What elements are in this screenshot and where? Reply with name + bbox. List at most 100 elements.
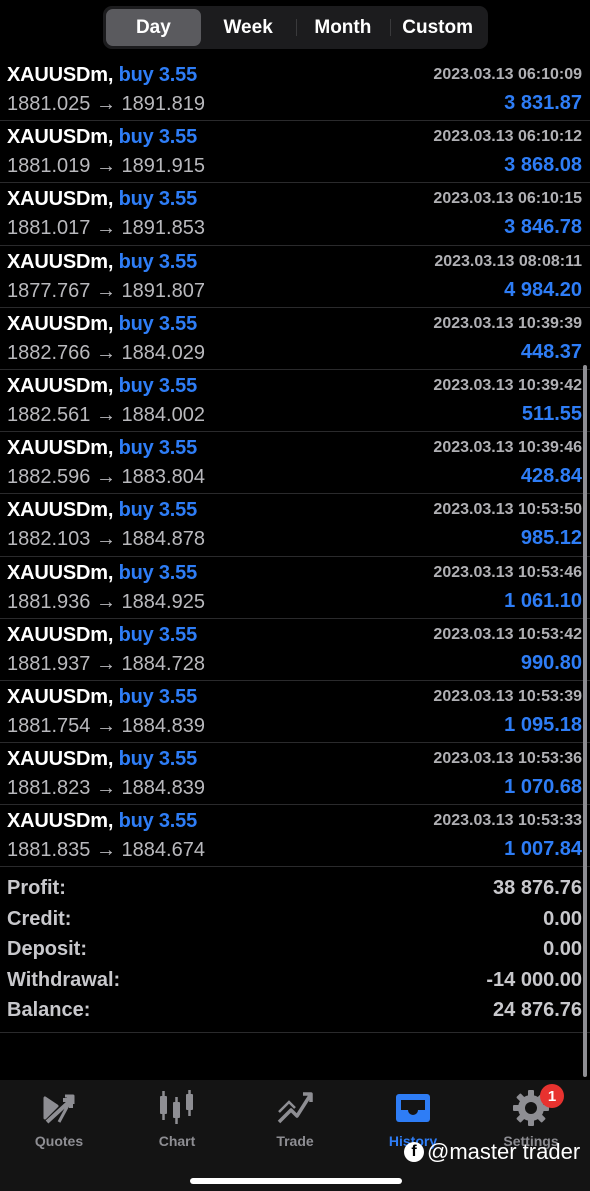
trade-time: 2023.03.13 06:10:09 xyxy=(433,66,582,83)
trade-open-price: 1882.596 xyxy=(7,466,91,489)
trade-time: 2023.03.13 10:39:46 xyxy=(433,439,582,457)
trade-symbol: XAUUSDm, xyxy=(7,561,114,584)
arrow-right-icon: → xyxy=(95,714,116,737)
home-indicator[interactable] xyxy=(190,1178,402,1184)
summary-value: 0.00 xyxy=(543,938,582,961)
arrow-right-icon: → xyxy=(95,93,116,115)
period-segmented-control: Day Week Month Custom xyxy=(103,6,488,49)
trade-row[interactable]: XAUUSDm, buy 3.55 2023.03.13 06:10:15 1881… xyxy=(0,183,590,246)
trade-close-price: 1884.878 xyxy=(121,528,205,551)
trade-close-price: 1884.002 xyxy=(121,403,205,426)
facebook-icon: f xyxy=(404,1142,424,1162)
tab-trade[interactable]: Trade xyxy=(236,1088,354,1149)
trade-row[interactable]: XAUUSDm, buy 3.55 2023.03.13 10:53:50 1882… xyxy=(0,494,590,557)
trade-open-price: 1881.025 xyxy=(7,93,91,115)
arrow-right-icon: → xyxy=(95,652,116,675)
segment-month[interactable]: Month xyxy=(295,9,391,46)
trade-open-price: 1881.017 xyxy=(7,217,91,240)
trade-symbol-line: XAUUSDm, buy 3.55 xyxy=(7,375,197,398)
trade-profit: 4 984.20 xyxy=(504,278,582,301)
trade-time: 2023.03.13 10:53:42 xyxy=(433,625,582,643)
trade-row[interactable]: XAUUSDm, buy 3.55 2023.03.13 06:10:12 1881… xyxy=(0,121,590,184)
trade-symbol-line: XAUUSDm, buy 3.55 xyxy=(7,126,197,149)
trade-profit: 1 070.68 xyxy=(504,776,582,799)
trade-symbol: XAUUSDm, xyxy=(7,188,114,211)
summary-row: Balance: 24 876.76 xyxy=(0,995,590,1026)
trade-prices: 1881.019 → 1891.915 xyxy=(7,155,205,178)
summary-label: Deposit: xyxy=(7,938,87,961)
trade-profit: 985.12 xyxy=(520,527,582,550)
trade-close-price: 1891.853 xyxy=(121,217,205,240)
trade-close-price: 1884.925 xyxy=(121,590,205,613)
trade-prices: 1881.017 → 1891.853 xyxy=(7,217,205,240)
history-icon xyxy=(354,1088,472,1128)
trade-time: 2023.03.13 10:53:33 xyxy=(433,812,582,830)
tab-trade-label: Trade xyxy=(276,1133,314,1149)
summary-label: Withdrawal: xyxy=(7,968,121,991)
quotes-icon xyxy=(0,1088,118,1128)
trade-open-price: 1882.103 xyxy=(7,528,91,551)
trade-row[interactable]: XAUUSDm, buy 3.55 2023.03.13 10:39:39 1882… xyxy=(0,308,590,370)
trade-close-price: 1884.029 xyxy=(121,341,205,364)
arrow-right-icon: → xyxy=(95,403,116,426)
tab-chart[interactable]: Chart xyxy=(118,1088,236,1149)
trade-side-volume: buy 3.55 xyxy=(118,748,198,771)
scrollbar[interactable] xyxy=(583,365,587,1077)
trade-open-price: 1882.561 xyxy=(7,403,91,426)
trade-open-price: 1881.019 xyxy=(7,155,91,178)
summary-value: 38 876.76 xyxy=(493,877,582,899)
tab-quotes[interactable]: Quotes xyxy=(0,1088,118,1149)
trade-row[interactable]: XAUUSDm, buy 3.55 2023.03.13 10:53:42 1881… xyxy=(0,619,590,681)
trade-open-price: 1881.936 xyxy=(7,590,91,613)
trade-symbol: XAUUSDm, xyxy=(7,499,114,522)
trade-row[interactable]: XAUUSDm, buy 3.55 2023.03.13 10:53:36 1881… xyxy=(0,743,590,806)
trade-close-price: 1884.674 xyxy=(121,839,205,862)
trade-side-volume: buy 3.55 xyxy=(118,374,198,397)
trade-row[interactable]: XAUUSDm, buy 3.55 2023.03.13 10:39:46 1882… xyxy=(0,432,590,495)
segment-week[interactable]: Week xyxy=(201,9,296,46)
trade-row[interactable]: XAUUSDm, buy 3.55 2023.03.13 08:08:11 1877… xyxy=(0,246,590,308)
trade-prices: 1881.835 → 1884.674 xyxy=(7,839,205,862)
trade-profit: 990.80 xyxy=(520,651,582,674)
segment-custom[interactable]: Custom xyxy=(390,9,485,46)
trade-open-price: 1882.766 xyxy=(7,341,91,364)
trade-prices: 1881.823 → 1884.839 xyxy=(7,777,205,800)
trade-profit: 448.37 xyxy=(520,340,582,363)
trade-time: 2023.03.13 10:53:36 xyxy=(433,750,582,768)
summary-row: Deposit: 0.00 xyxy=(0,934,590,965)
trade-close-price: 1884.839 xyxy=(121,777,205,800)
trade-icon xyxy=(236,1088,354,1128)
trade-symbol-line: XAUUSDm, buy 3.55 xyxy=(7,499,197,522)
trade-symbol-line: XAUUSDm, buy 3.55 xyxy=(7,748,197,771)
trade-symbol: XAUUSDm, xyxy=(7,250,114,273)
arrow-right-icon: → xyxy=(95,839,116,862)
arrow-right-icon: → xyxy=(95,155,116,178)
trade-close-price: 1891.819 xyxy=(121,93,205,115)
trade-symbol-line: XAUUSDm, buy 3.55 xyxy=(7,810,197,833)
bottom-tab-bar: Quotes Chart Trade History 1 Settings xyxy=(0,1080,590,1191)
trade-history-list: XAUUSDm, buy 3.55 2023.03.13 06:10:09 1881… xyxy=(0,59,590,868)
trade-symbol-line: XAUUSDm, buy 3.55 xyxy=(7,188,197,211)
trade-symbol: XAUUSDm, xyxy=(7,810,114,833)
trade-side-volume: buy 3.55 xyxy=(118,188,198,211)
watermark: f @master trader xyxy=(404,1139,580,1165)
trade-profit: 3 846.78 xyxy=(504,216,582,239)
notification-badge: 1 xyxy=(540,1084,564,1108)
trade-side-volume: buy 3.55 xyxy=(118,250,198,273)
trade-row[interactable]: XAUUSDm, buy 3.55 2023.03.13 10:53:39 1881… xyxy=(0,681,590,744)
trade-symbol: XAUUSDm, xyxy=(7,685,114,708)
trade-row[interactable]: XAUUSDm, buy 3.55 2023.03.13 06:10:09 1881… xyxy=(0,59,590,122)
trade-row[interactable]: XAUUSDm, buy 3.55 2023.03.13 10:39:42 1882… xyxy=(0,370,590,433)
arrow-right-icon: → xyxy=(95,341,116,364)
segment-day[interactable]: Day xyxy=(106,9,201,46)
summary-label: Profit: xyxy=(7,877,66,899)
trade-open-price: 1877.767 xyxy=(7,279,91,302)
trade-symbol: XAUUSDm, xyxy=(7,126,114,149)
trade-row[interactable]: XAUUSDm, buy 3.55 2023.03.13 10:53:46 1881… xyxy=(0,557,590,619)
trade-row[interactable]: XAUUSDm, buy 3.55 2023.03.13 10:53:33 1881… xyxy=(0,805,590,868)
trade-prices: 1882.561 → 1884.002 xyxy=(7,404,205,427)
trade-side-volume: buy 3.55 xyxy=(118,64,198,86)
trade-prices: 1881.025 → 1891.819 xyxy=(7,93,205,116)
trade-close-price: 1891.807 xyxy=(121,279,205,302)
watermark-text: @master trader xyxy=(427,1139,581,1164)
